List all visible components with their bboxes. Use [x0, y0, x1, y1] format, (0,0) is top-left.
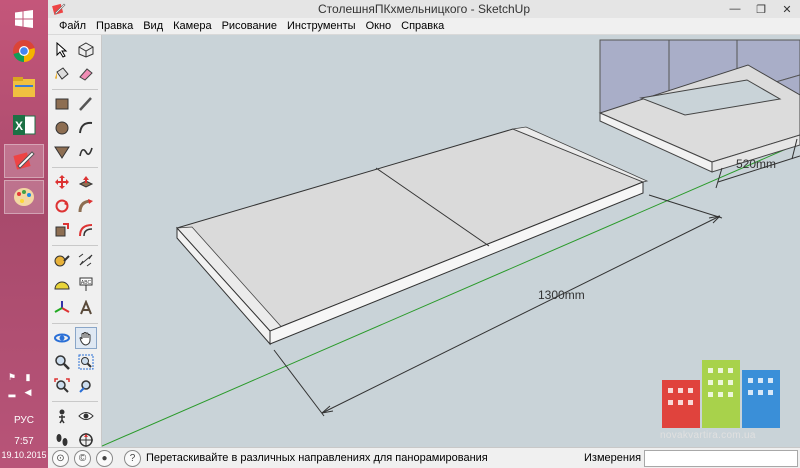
tool-separator	[52, 167, 98, 168]
paint-bucket-icon[interactable]	[51, 63, 73, 85]
protractor-icon[interactable]	[51, 273, 73, 295]
axes-icon[interactable]	[51, 297, 73, 319]
watermark-url: novakvartira.com.ua	[660, 430, 756, 441]
watermark-logo	[662, 360, 780, 428]
svg-text:X: X	[15, 119, 23, 133]
menu-edit[interactable]: Правка	[91, 18, 138, 34]
battery-icon[interactable]: ▮	[22, 372, 34, 383]
follow-me-icon[interactable]	[75, 195, 97, 217]
credits-icon[interactable]: ©	[74, 450, 91, 467]
windows-taskbar: X ⚑ ▮ ▂ ◀ РУС 7:57 19.10.2015	[0, 0, 48, 468]
title-bar: СтолешняПКхмельницкого - SketchUp — ❐ ✕	[48, 0, 800, 18]
account-icon[interactable]: ●	[96, 450, 113, 467]
menu-file[interactable]: Файл	[54, 18, 91, 34]
arc-icon[interactable]	[75, 117, 97, 139]
look-around-icon[interactable]	[75, 405, 97, 427]
polygon-icon[interactable]	[51, 141, 73, 163]
previous-view-icon[interactable]	[75, 375, 97, 397]
menu-bar: Файл Правка Вид Камера Рисование Инструм…	[48, 18, 800, 35]
maximize-button[interactable]: ❐	[748, 0, 774, 18]
flag-icon[interactable]: ⚑	[6, 372, 18, 383]
tool-separator	[52, 89, 98, 90]
zoom-extents-icon[interactable]	[51, 375, 73, 397]
select-arrow-icon[interactable]	[51, 39, 73, 61]
network-icon[interactable]: ▂	[6, 387, 18, 398]
zoom-window-icon[interactable]	[75, 351, 97, 373]
rotate-icon[interactable]	[51, 195, 73, 217]
menu-draw[interactable]: Рисование	[217, 18, 282, 34]
make-component-icon[interactable]	[75, 39, 97, 61]
dimension-width-label[interactable]: 520mm	[736, 157, 776, 171]
dimension-length-label[interactable]: 1300mm	[538, 288, 585, 302]
position-camera-icon[interactable]	[51, 405, 73, 427]
menu-help[interactable]: Справка	[396, 18, 449, 34]
pan-icon[interactable]	[75, 327, 97, 349]
language-indicator[interactable]: РУС	[0, 415, 48, 426]
move-icon[interactable]	[51, 171, 73, 193]
3d-text-icon[interactable]	[75, 297, 97, 319]
minimize-button[interactable]: —	[722, 0, 748, 18]
background-cabinet	[598, 39, 800, 173]
circle-icon[interactable]	[51, 117, 73, 139]
tool-separator	[52, 323, 98, 324]
orbit-icon[interactable]	[51, 327, 73, 349]
window-title: СтолешняПКхмельницкого - SketchUp	[318, 2, 530, 16]
freehand-icon[interactable]	[75, 141, 97, 163]
scale-icon[interactable]	[51, 219, 73, 241]
help-icon[interactable]: ?	[124, 450, 141, 467]
status-bar: ⊙ © ● ? Перетаскивайте в различных напра…	[48, 447, 800, 468]
close-button[interactable]: ✕	[774, 0, 800, 18]
clock-date[interactable]: 19.10.2015	[0, 450, 48, 460]
sketchup-icon[interactable]	[4, 144, 44, 178]
rectangle-icon[interactable]	[51, 93, 73, 115]
windows-start-icon[interactable]	[4, 2, 44, 36]
geo-location-icon[interactable]: ⊙	[52, 450, 69, 467]
dimension-icon[interactable]	[75, 249, 97, 271]
paint-icon[interactable]	[4, 180, 44, 214]
menu-camera[interactable]: Камера	[168, 18, 216, 34]
tape-measure-icon[interactable]	[51, 249, 73, 271]
excel-icon[interactable]: X	[4, 108, 44, 142]
measurements-input[interactable]	[644, 450, 798, 467]
chrome-icon[interactable]	[4, 34, 44, 68]
status-message: Перетаскивайте в различных направлениях …	[146, 452, 488, 464]
system-tray: ⚑ ▮ ▂ ◀	[6, 372, 42, 398]
push-pull-icon[interactable]	[75, 171, 97, 193]
zoom-icon[interactable]	[51, 351, 73, 373]
tool-separator	[52, 401, 98, 402]
eraser-icon[interactable]	[75, 63, 97, 85]
volume-icon[interactable]: ◀	[22, 387, 34, 398]
menu-tools[interactable]: Инструменты	[282, 18, 361, 34]
tool-separator	[52, 245, 98, 246]
menu-window[interactable]: Окно	[361, 18, 397, 34]
menu-view[interactable]: Вид	[138, 18, 168, 34]
file-explorer-icon[interactable]	[4, 70, 44, 104]
clock-time[interactable]: 7:57	[0, 436, 48, 447]
text-icon[interactable]: ABC	[75, 273, 97, 295]
offset-icon[interactable]	[75, 219, 97, 241]
measurements-label: Измерения	[584, 452, 642, 464]
tool-palette: ABC	[48, 35, 102, 447]
line-icon[interactable]	[75, 93, 97, 115]
